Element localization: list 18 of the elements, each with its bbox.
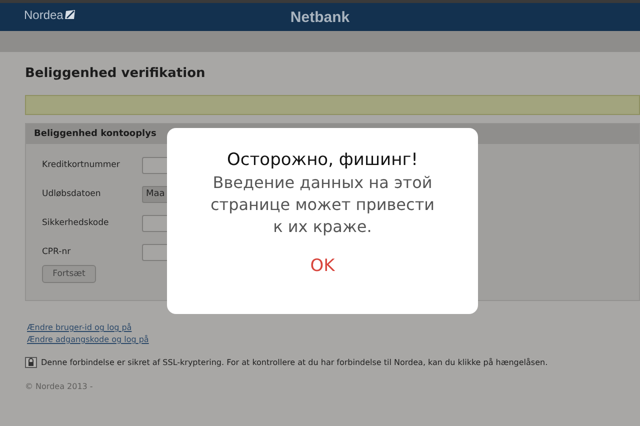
field-label: Udløbsdatoen: [42, 189, 102, 199]
dialog-message: Введение данных на этой странице может привести к их краже.: [209, 172, 436, 238]
copyright: © Nordea 2013 -: [25, 382, 94, 391]
link[interactable]: Ændre bruger-id og log på: [27, 323, 132, 332]
ssl-note: Denne forbindelse er sikret af SSL-kryptering. For at kontrollere at du har forbindelse til Nordea, kan du klikke på hængelåsen.: [41, 358, 548, 367]
logo-text: Nordea: [24, 8, 64, 22]
field-label: Sikkerhedskode: [42, 218, 110, 228]
logo-icon: [65, 10, 76, 20]
ok-button[interactable]: OK: [302, 254, 343, 278]
field-label: Kreditkortnummer: [42, 160, 121, 170]
link[interactable]: Ændre adgangskode og log på: [27, 335, 149, 344]
dialog-title: Осторожно, фишинг!: [227, 150, 418, 170]
field-label: CPR-nr: [42, 247, 72, 257]
panel-title: Beliggenhed kontooplys: [34, 129, 156, 139]
padlock-icon[interactable]: [25, 357, 37, 368]
page-title: Beliggenhed verifikation: [25, 66, 206, 81]
continue-button[interactable]: Fortsæt: [42, 265, 96, 283]
app-title: Netbank: [290, 8, 350, 26]
